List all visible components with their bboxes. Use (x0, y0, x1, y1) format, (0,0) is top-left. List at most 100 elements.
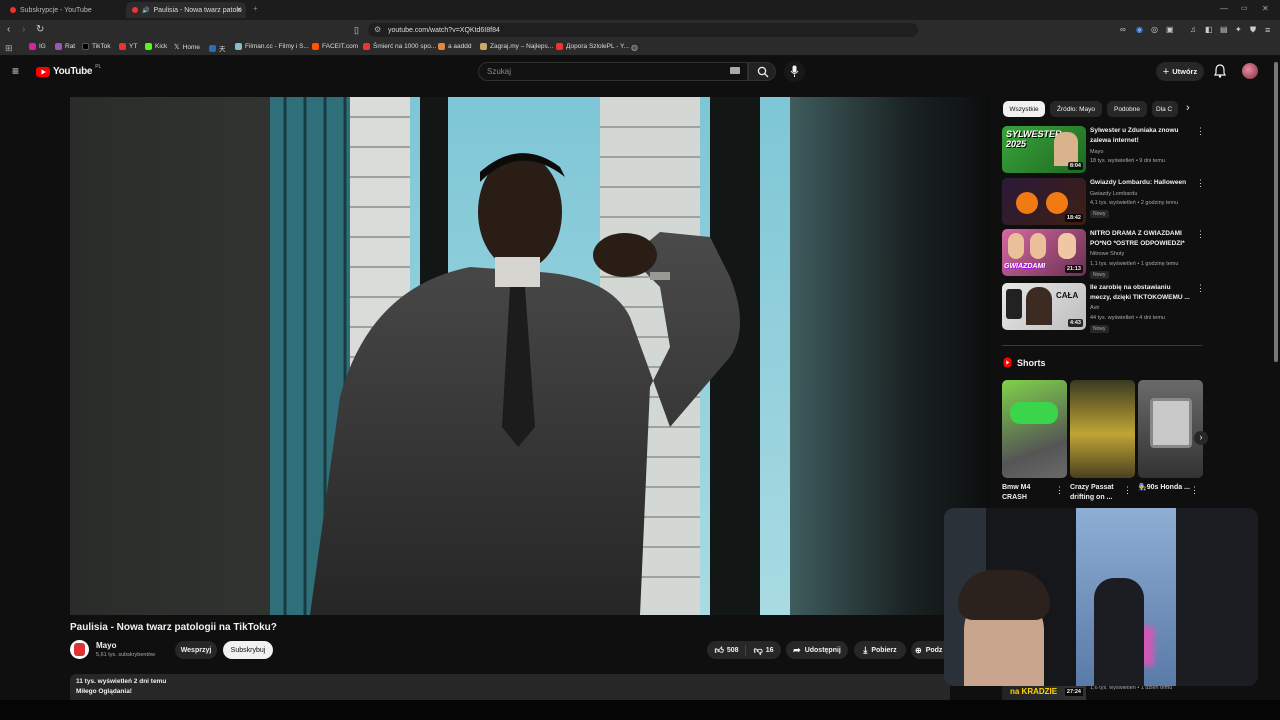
search-input[interactable]: Szukaj (478, 62, 748, 81)
support-button[interactable]: Wesprzyj (175, 641, 217, 659)
chip-for-you[interactable]: Dla C (1152, 101, 1178, 117)
recommendation-item[interactable]: SYLWESTER 2025 8:04 Sylwester u Zduniaka… (1002, 126, 1205, 174)
voice-search-button[interactable] (784, 61, 805, 82)
scrollbar-thumb[interactable] (1274, 62, 1278, 362)
bookmark-item[interactable]: TikTok (82, 43, 111, 50)
chip-all[interactable]: Wszystkie (1003, 101, 1045, 117)
video-player[interactable] (70, 97, 990, 615)
short-title[interactable]: Crazy Passat drifting on ... (1070, 483, 1122, 503)
bookmark-item[interactable]: 𝕏 Home (174, 43, 200, 52)
chip-from-channel[interactable]: Źródło: Mayo (1050, 101, 1102, 117)
bookmark-icon[interactable]: ▯ (354, 24, 359, 36)
bookmark-item[interactable]: FACEIT.com (312, 43, 358, 50)
bookmark-item[interactable]: 天 (209, 43, 226, 53)
share-button[interactable]: ➦ Udostępnij (786, 641, 848, 659)
shorts-next-button[interactable]: › (1194, 431, 1208, 445)
maximize-icon[interactable]: ▭ (1241, 4, 1248, 12)
video-thumbnail[interactable]: SYLWESTER 2025 8:04 (1002, 126, 1086, 173)
bookmark-item[interactable]: Rat (55, 43, 75, 50)
recommendation-item[interactable]: CAŁA 4:43 Ile zarobię na obstawianiu mec… (1002, 283, 1205, 333)
tiktok-icon (82, 43, 89, 50)
globe-icon[interactable]: ◍ (631, 43, 638, 52)
dislike-button[interactable]: 👎︎ 16 (750, 645, 774, 656)
address-bar[interactable]: ⚙ youtube.com/watch?v=XQKtd6I8f84 (368, 23, 918, 37)
subscribe-button[interactable]: Subskrybuj (223, 641, 273, 659)
back-icon[interactable]: ‹ (7, 24, 10, 36)
recommendation-item[interactable]: 18:42 Gwiazdy Lombardu: Halloween Gwiazd… (1002, 178, 1205, 226)
video-title[interactable]: Sylwester u Zduniaka znowu zalewa intern… (1090, 126, 1190, 145)
site-settings-icon[interactable]: ⚙ (374, 25, 381, 34)
wallet-icon[interactable]: ▤ (1220, 24, 1228, 36)
thanks-button[interactable]: ⊕ Podz (911, 641, 947, 659)
video-title[interactable]: Gwiazdy Lombardu: Halloween (1090, 178, 1190, 188)
short-thumbnail[interactable] (1070, 380, 1135, 478)
more-options-icon[interactable]: ⋮ (1196, 283, 1205, 294)
sidebar-toggle-icon[interactable]: ◧ (1205, 24, 1213, 36)
vpn-icon[interactable]: ⛊ (1250, 24, 1256, 36)
bookmark-item[interactable]: Śmierć na 1000 spo... (363, 43, 436, 50)
channel-name[interactable]: Mayo (1090, 149, 1103, 155)
search-button[interactable] (748, 62, 776, 81)
short-thumbnail[interactable] (1002, 380, 1067, 478)
keyboard-icon[interactable] (730, 67, 740, 74)
reload-icon[interactable]: ↻ (36, 24, 44, 36)
extensions-puzzle-icon[interactable]: ✦ (1235, 24, 1242, 36)
bookmark-item[interactable]: Kick (145, 43, 167, 50)
video-thumbnail[interactable]: 18:42 (1002, 178, 1086, 225)
like-button[interactable]: 👍︎ 508 (714, 644, 746, 656)
apps-grid-icon[interactable]: ⊞ (5, 43, 13, 54)
new-tab-icon[interactable]: + (253, 4, 258, 13)
channel-name[interactable]: Avir (1090, 305, 1099, 311)
forward-icon[interactable]: › (22, 24, 25, 36)
media-icon[interactable]: ♫ (1190, 24, 1196, 36)
more-options-icon[interactable]: ⋮ (1055, 485, 1064, 496)
bookmark-item[interactable]: YT (119, 43, 137, 50)
url-text: youtube.com/watch?v=XQKtd6I8f84 (388, 26, 500, 34)
short-title[interactable]: Bmw M4 CRASH (1002, 483, 1054, 503)
extension-icon[interactable]: ▣ (1166, 24, 1174, 36)
menu-icon[interactable]: ≡ (1265, 24, 1270, 36)
browser-tab-active[interactable]: 🔊 Paulisia - Nowa twarz patolo ✕ (126, 2, 246, 18)
video-thumbnail[interactable]: CAŁA 4:43 (1002, 283, 1086, 330)
notifications-bell-icon[interactable] (1214, 64, 1226, 78)
extension-icon[interactable]: ◉ (1136, 24, 1143, 36)
car-shape (1010, 402, 1058, 424)
video-title[interactable]: Ile zarobię na obstawianiu meczy, dzięki… (1090, 283, 1190, 302)
video-thumbnail[interactable]: na KRADZIE 27:24 (1002, 686, 1086, 700)
more-options-icon[interactable]: ⋮ (1196, 229, 1205, 240)
bookmark-item[interactable]: IG (29, 43, 46, 50)
youtube-logo[interactable]: YouTube PL (36, 64, 101, 77)
download-button[interactable]: ⤓ Pobierz (854, 641, 906, 659)
video-title[interactable]: NITRO DRAMA Z GWIAZDAMI PO*NO *OSTRE ODP… (1090, 229, 1190, 248)
close-tab-icon[interactable]: ✕ (236, 6, 242, 14)
bookmark-item[interactable]: Filman.cc - Filmy i S... (235, 43, 309, 50)
bookmark-item[interactable]: Zagraj.my – Najleps... (480, 43, 553, 50)
chip-related[interactable]: Podobne (1107, 101, 1147, 117)
channel-name[interactable]: Nitrowe Shoty (1090, 251, 1124, 257)
close-window-icon[interactable]: ✕ (1262, 4, 1269, 13)
extension-icon[interactable]: ∞ (1120, 24, 1126, 36)
create-button[interactable]: + Utwórz (1156, 62, 1204, 81)
taskbar (0, 700, 1280, 720)
recommendation-item[interactable]: GWIAZDAMI 21:13 NITRO DRAMA Z GWIAZDAMI … (1002, 229, 1205, 279)
extension-icon[interactable]: ◎ (1151, 24, 1158, 36)
user-avatar[interactable] (1242, 63, 1258, 79)
short-title[interactable]: 🧑‍🔧90s Honda ... (1138, 483, 1190, 493)
bookmark-item[interactable]: Дорога SzlolePL - Y... (556, 43, 629, 50)
more-options-icon[interactable]: ⋮ (1190, 485, 1199, 496)
short-thumbnail[interactable] (1138, 380, 1203, 478)
hamburger-menu-icon[interactable]: ≡ (12, 65, 19, 77)
new-badge: Nowy (1090, 210, 1109, 218)
channel-name[interactable]: Gwiazdy Lombardu (1090, 191, 1137, 197)
more-options-icon[interactable]: ⋮ (1196, 178, 1205, 189)
video-thumbnail[interactable]: GWIAZDAMI 21:13 (1002, 229, 1086, 276)
chevron-right-icon[interactable]: › (1186, 102, 1190, 114)
section-divider (1002, 345, 1202, 346)
channel-name[interactable]: Mayo (96, 641, 116, 650)
channel-avatar[interactable] (70, 640, 89, 659)
bookmark-item[interactable]: a aaddd (438, 43, 472, 50)
more-options-icon[interactable]: ⋮ (1196, 126, 1205, 137)
minimize-icon[interactable]: — (1220, 4, 1228, 13)
browser-tab[interactable]: Subskrypcje - YouTube (4, 2, 122, 18)
more-options-icon[interactable]: ⋮ (1123, 485, 1132, 496)
